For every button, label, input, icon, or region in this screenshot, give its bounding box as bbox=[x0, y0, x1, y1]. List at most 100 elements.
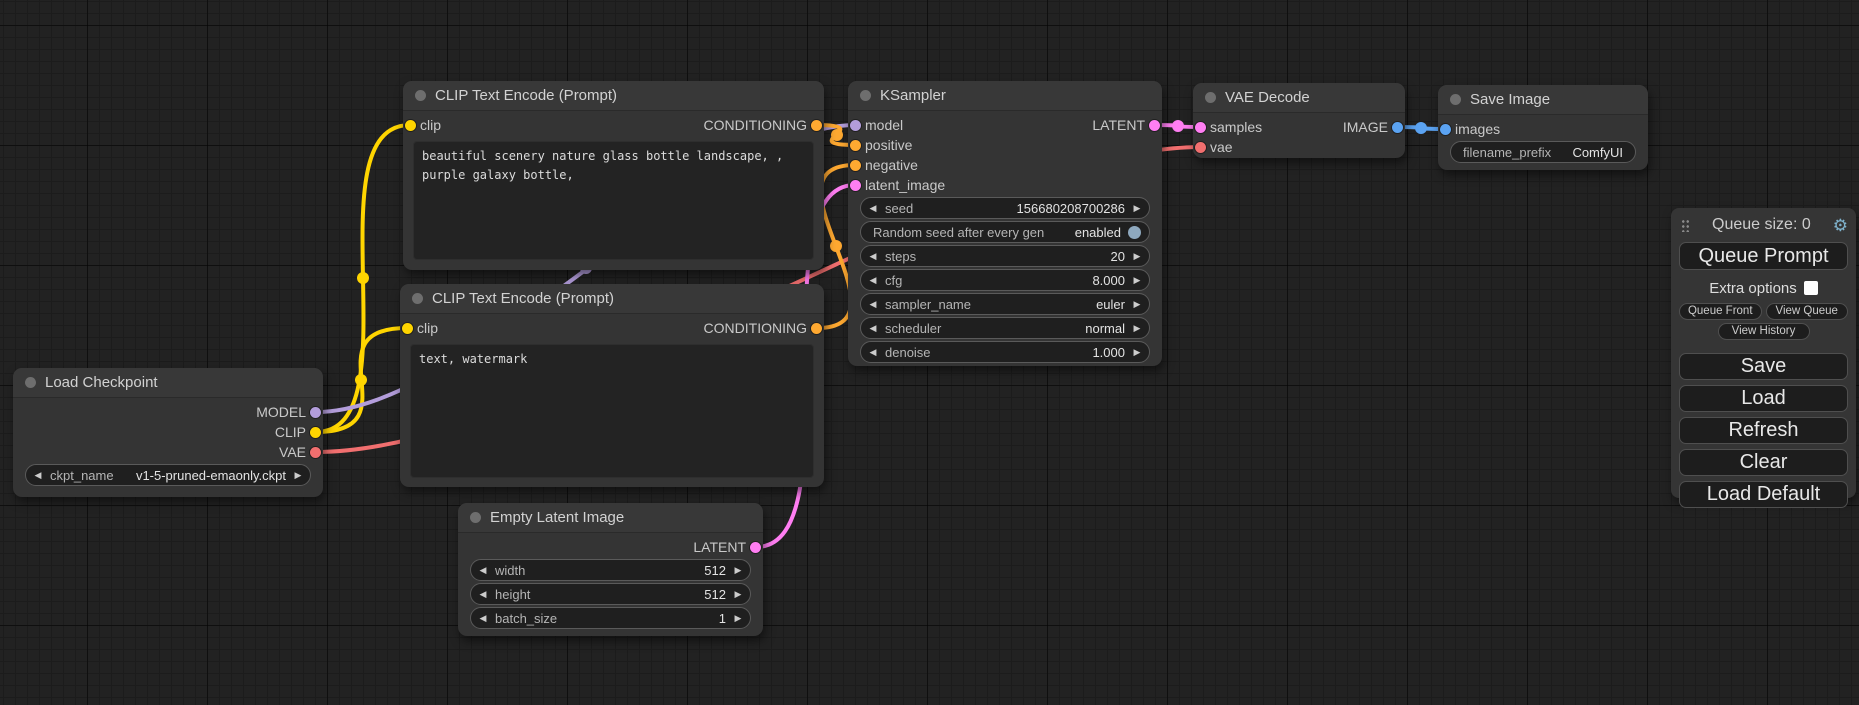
collapse-dot-icon[interactable] bbox=[470, 512, 481, 523]
widget-steps[interactable]: ◀ steps 20 ▶ bbox=[860, 245, 1150, 267]
collapse-dot-icon[interactable] bbox=[412, 293, 423, 304]
workflow-buttons-group: Save Load Refresh Clear Load Default bbox=[1679, 353, 1848, 508]
slot-row: LATENT bbox=[458, 537, 763, 557]
output-slot-conditioning[interactable] bbox=[811, 120, 822, 131]
input-slot-label: clip bbox=[420, 117, 441, 133]
toggle-enabled-icon[interactable] bbox=[1128, 226, 1141, 239]
node-title-bar[interactable]: Save Image bbox=[1438, 85, 1648, 115]
decrement-arrow-icon[interactable]: ◀ bbox=[861, 347, 885, 358]
widget-height[interactable]: ◀ height 512 ▶ bbox=[470, 583, 751, 605]
decrement-arrow-icon[interactable]: ◀ bbox=[861, 203, 885, 214]
node-load-checkpoint[interactable]: Load Checkpoint MODEL CLIP VAE ◀ ckpt_na… bbox=[13, 368, 323, 497]
extra-options-row: Extra options bbox=[1679, 279, 1848, 297]
widget-filename-prefix[interactable]: filename_prefix ComfyUI bbox=[1450, 141, 1636, 163]
output-slot-label: CLIP bbox=[275, 424, 306, 440]
node-save-image[interactable]: Save Image images filename_prefix ComfyU… bbox=[1438, 85, 1648, 170]
queue-panel: Queue size: 0 ⚙ Queue Prompt Extra optio… bbox=[1671, 208, 1856, 498]
input-slot-positive[interactable] bbox=[850, 140, 861, 151]
settings-gear-icon[interactable]: ⚙ bbox=[1833, 217, 1848, 234]
prompt-textarea[interactable]: text, watermark bbox=[410, 344, 814, 478]
widget-label: height bbox=[495, 587, 530, 602]
node-ksampler[interactable]: KSampler model LATENT positive negative … bbox=[848, 81, 1162, 366]
increment-arrow-icon[interactable]: ▶ bbox=[1125, 347, 1149, 358]
widget-width[interactable]: ◀ width 512 ▶ bbox=[470, 559, 751, 581]
increment-arrow-icon[interactable]: ▶ bbox=[1125, 203, 1149, 214]
node-clip-text-encode-positive[interactable]: CLIP Text Encode (Prompt) clip CONDITION… bbox=[403, 81, 824, 270]
node-title-bar[interactable]: CLIP Text Encode (Prompt) bbox=[403, 81, 824, 111]
collapse-dot-icon[interactable] bbox=[25, 377, 36, 388]
decrement-arrow-icon[interactable]: ◀ bbox=[471, 589, 495, 600]
collapse-dot-icon[interactable] bbox=[1450, 94, 1461, 105]
slot-row: clip CONDITIONING bbox=[403, 115, 824, 135]
output-slot-conditioning[interactable] bbox=[811, 323, 822, 334]
decrement-arrow-icon[interactable]: ◀ bbox=[861, 275, 885, 286]
increment-arrow-icon[interactable]: ▶ bbox=[1125, 275, 1149, 286]
node-title-bar[interactable]: Load Checkpoint bbox=[13, 368, 323, 398]
widget-ckpt-name[interactable]: ◀ ckpt_name v1-5-pruned-emaonly.ckpt ▶ bbox=[25, 464, 311, 486]
collapse-dot-icon[interactable] bbox=[860, 90, 871, 101]
widget-batch-size[interactable]: ◀ batch_size 1 ▶ bbox=[470, 607, 751, 629]
increment-arrow-icon[interactable]: ▶ bbox=[1125, 323, 1149, 334]
queue-front-button[interactable]: Queue Front bbox=[1679, 303, 1762, 320]
node-title-bar[interactable]: Empty Latent Image bbox=[458, 503, 763, 533]
increment-arrow-icon[interactable]: ▶ bbox=[286, 470, 310, 481]
view-history-button[interactable]: View History bbox=[1718, 323, 1810, 340]
input-slot-vae[interactable] bbox=[1195, 142, 1206, 153]
node-title-bar[interactable]: VAE Decode bbox=[1193, 83, 1405, 113]
node-clip-text-encode-negative[interactable]: CLIP Text Encode (Prompt) clip CONDITION… bbox=[400, 284, 824, 487]
input-slot-clip[interactable] bbox=[405, 120, 416, 131]
increment-arrow-icon[interactable]: ▶ bbox=[726, 565, 750, 576]
input-slot-model[interactable] bbox=[850, 120, 861, 131]
view-queue-button[interactable]: View Queue bbox=[1766, 303, 1849, 320]
input-slot-negative[interactable] bbox=[850, 160, 861, 171]
widget-value: ComfyUI bbox=[1572, 145, 1623, 160]
input-slot-samples[interactable] bbox=[1195, 122, 1206, 133]
input-slot-latent-image[interactable] bbox=[850, 180, 861, 191]
widget-seed[interactable]: ◀ seed 156680208700286 ▶ bbox=[860, 197, 1150, 219]
clear-button[interactable]: Clear bbox=[1679, 449, 1848, 476]
increment-arrow-icon[interactable]: ▶ bbox=[726, 589, 750, 600]
increment-arrow-icon[interactable]: ▶ bbox=[1125, 251, 1149, 262]
output-slot-image[interactable] bbox=[1392, 122, 1403, 133]
widget-label: sampler_name bbox=[885, 297, 971, 312]
decrement-arrow-icon[interactable]: ◀ bbox=[861, 323, 885, 334]
node-title-bar[interactable]: KSampler bbox=[848, 81, 1162, 111]
decrement-arrow-icon[interactable]: ◀ bbox=[861, 251, 885, 262]
widget-random-seed-control[interactable]: Random seed after every gen enabled bbox=[860, 221, 1150, 243]
increment-arrow-icon[interactable]: ▶ bbox=[726, 613, 750, 624]
output-slot-label: CONDITIONING bbox=[704, 117, 807, 133]
collapse-dot-icon[interactable] bbox=[415, 90, 426, 101]
widget-value: 512 bbox=[704, 587, 726, 602]
output-slot-vae[interactable] bbox=[310, 447, 321, 458]
collapse-dot-icon[interactable] bbox=[1205, 92, 1216, 103]
view-history-row: View History bbox=[1679, 323, 1848, 340]
node-title-bar[interactable]: CLIP Text Encode (Prompt) bbox=[400, 284, 824, 314]
extra-options-checkbox[interactable] bbox=[1804, 281, 1818, 295]
output-slot-latent[interactable] bbox=[750, 542, 761, 553]
input-slot-label: latent_image bbox=[865, 177, 945, 193]
slot-row: samples IMAGE bbox=[1193, 117, 1405, 137]
widget-scheduler[interactable]: ◀ scheduler normal ▶ bbox=[860, 317, 1150, 339]
drag-handle-icon[interactable] bbox=[1681, 218, 1690, 232]
widget-cfg[interactable]: ◀ cfg 8.000 ▶ bbox=[860, 269, 1150, 291]
node-vae-decode[interactable]: VAE Decode samples IMAGE vae bbox=[1193, 83, 1405, 158]
decrement-arrow-icon[interactable]: ◀ bbox=[471, 565, 495, 576]
save-button[interactable]: Save bbox=[1679, 353, 1848, 380]
load-default-button[interactable]: Load Default bbox=[1679, 481, 1848, 508]
prompt-textarea[interactable]: beautiful scenery nature glass bottle la… bbox=[413, 141, 814, 260]
queue-prompt-button[interactable]: Queue Prompt bbox=[1679, 242, 1848, 270]
output-slot-model[interactable] bbox=[310, 407, 321, 418]
output-slot-latent[interactable] bbox=[1149, 120, 1160, 131]
node-empty-latent-image[interactable]: Empty Latent Image LATENT ◀ width 512 ▶ … bbox=[458, 503, 763, 636]
widget-sampler-name[interactable]: ◀ sampler_name euler ▶ bbox=[860, 293, 1150, 315]
refresh-button[interactable]: Refresh bbox=[1679, 417, 1848, 444]
decrement-arrow-icon[interactable]: ◀ bbox=[861, 299, 885, 310]
increment-arrow-icon[interactable]: ▶ bbox=[1125, 299, 1149, 310]
load-button[interactable]: Load bbox=[1679, 385, 1848, 412]
input-slot-clip[interactable] bbox=[402, 323, 413, 334]
input-slot-images[interactable] bbox=[1440, 124, 1451, 135]
widget-denoise[interactable]: ◀ denoise 1.000 ▶ bbox=[860, 341, 1150, 363]
decrement-arrow-icon[interactable]: ◀ bbox=[471, 613, 495, 624]
decrement-arrow-icon[interactable]: ◀ bbox=[26, 470, 50, 481]
output-slot-clip[interactable] bbox=[310, 427, 321, 438]
